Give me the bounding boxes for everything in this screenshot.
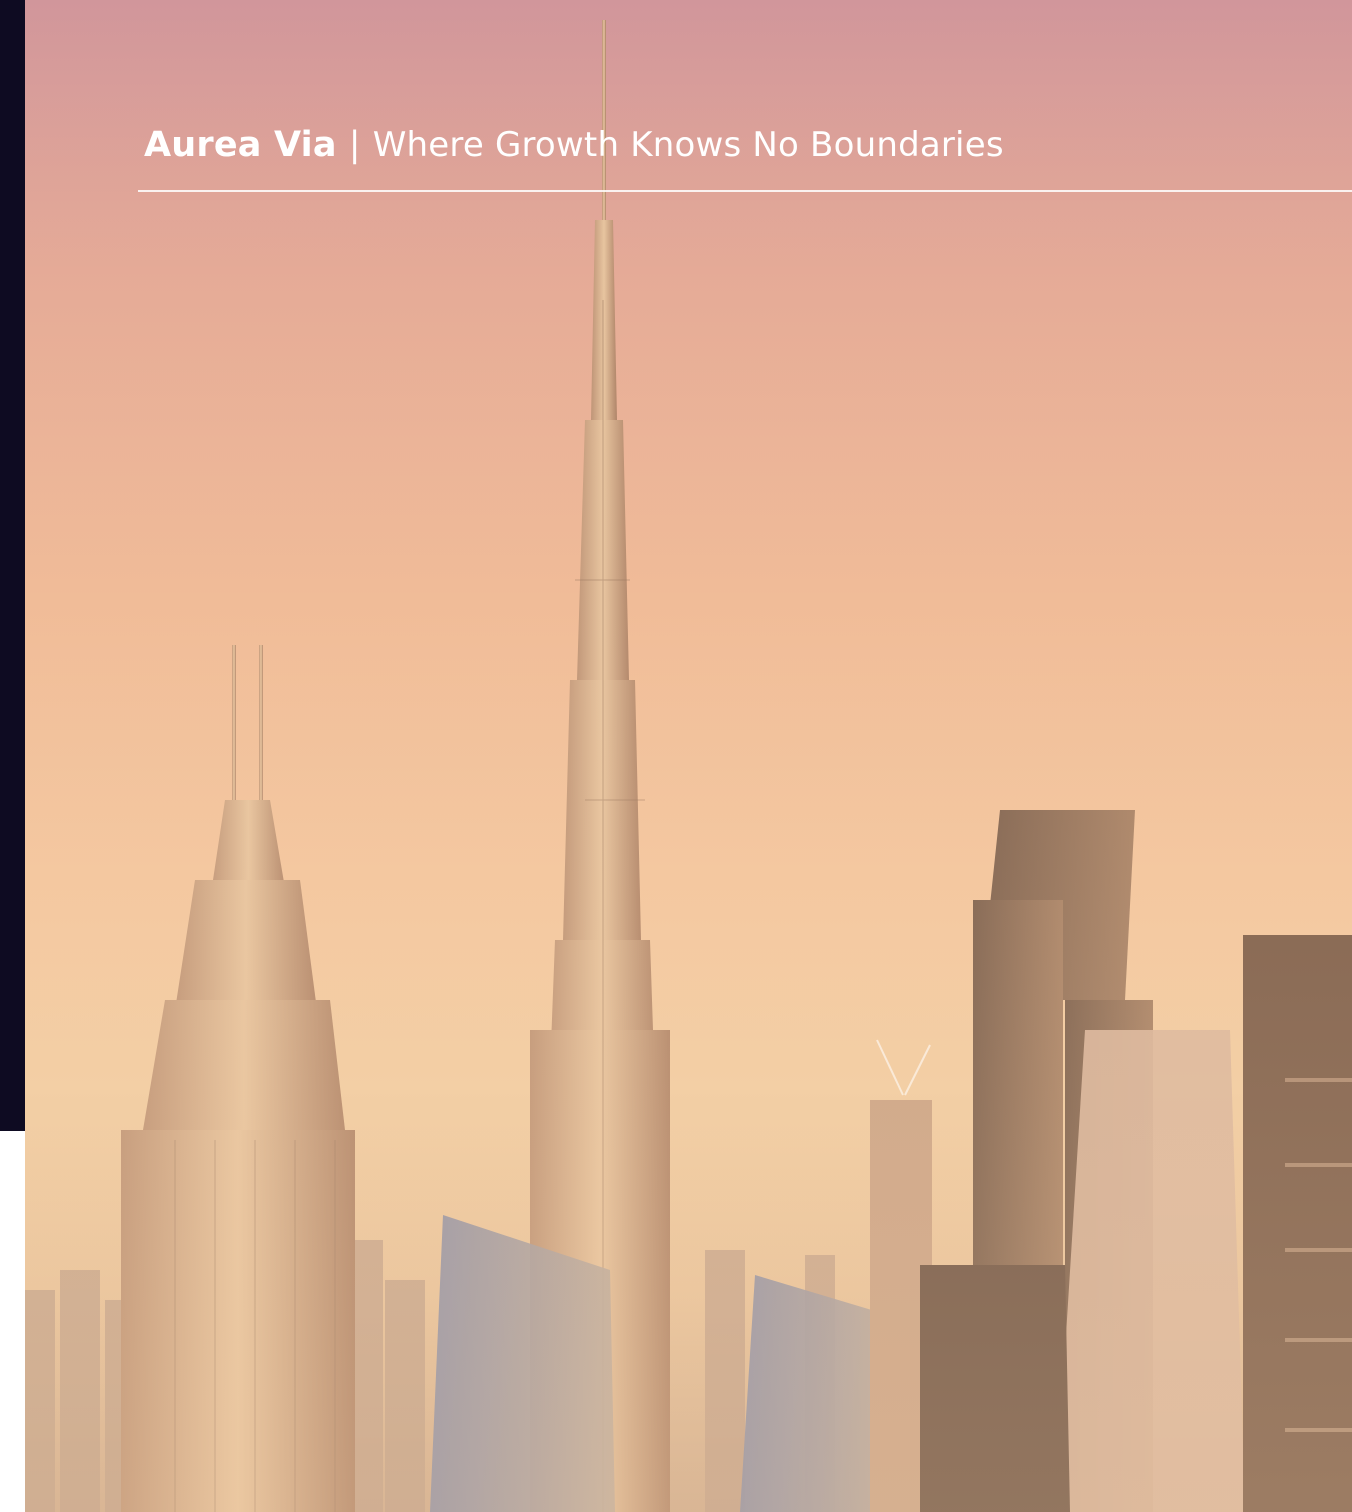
tagline: Where Growth Knows No Boundaries	[372, 125, 1004, 165]
title-separator: |	[348, 125, 361, 165]
brand-name: Aurea Via	[144, 125, 337, 165]
hero-skyline-image	[25, 0, 1352, 1512]
header-divider	[138, 190, 1352, 192]
page: Aurea Via | Where Growth Knows No Bounda…	[0, 0, 1352, 1512]
side-accent-bar	[0, 0, 25, 1131]
header-title: Aurea Via | Where Growth Knows No Bounda…	[144, 120, 1004, 170]
skyline-illustration	[25, 0, 1352, 1512]
